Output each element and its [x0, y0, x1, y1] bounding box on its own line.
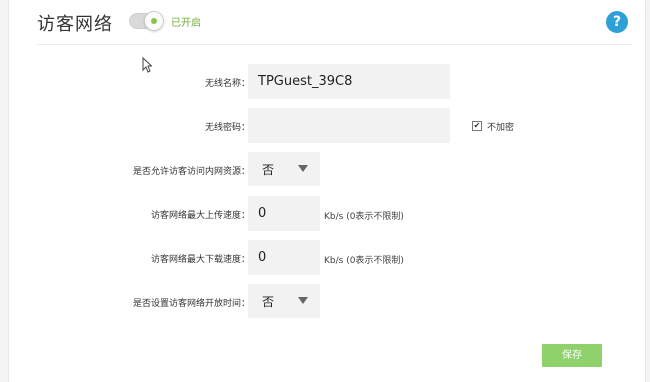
allow-intranet-value: 否: [262, 162, 275, 177]
download-speed-input[interactable]: 0: [248, 240, 320, 275]
password-label: 无线密码：: [204, 123, 250, 133]
allow-intranet-label: 是否允许访客访问内网资源：: [132, 167, 250, 177]
chevron-down-icon: [298, 297, 308, 304]
password-input[interactable]: [248, 108, 450, 143]
upload-speed-input[interactable]: 0: [248, 196, 320, 231]
app-window: 访客网络 已开启 ? 无线名称： TPGuest_39C8 无线密码： ✔ 不加…: [0, 0, 650, 382]
allow-intranet-select[interactable]: 否: [248, 152, 320, 186]
schedule-select[interactable]: 否: [248, 284, 320, 318]
chevron-down-icon: [298, 165, 308, 172]
ssid-label: 无线名称：: [204, 79, 250, 89]
no-encrypt-label: 不加密: [487, 123, 515, 133]
no-encrypt-checkbox[interactable]: ✔: [472, 121, 482, 131]
toggle-knob: [144, 11, 164, 31]
schedule-label: 是否设置访客网络开放时间：: [132, 299, 250, 309]
guest-network-toggle[interactable]: [129, 11, 164, 31]
header-divider: [37, 44, 633, 45]
download-speed-unit: Kb/s (0表示不限制): [324, 256, 404, 266]
upload-speed-label: 访客网络最大上传速度：: [150, 211, 250, 221]
upload-speed-unit: Kb/s (0表示不限制): [324, 212, 404, 222]
mouse-cursor-icon: [142, 57, 152, 73]
page-title: 访客网络: [37, 14, 113, 35]
save-button[interactable]: 保存: [542, 344, 602, 367]
guest-network-panel: 访客网络 已开启 ? 无线名称： TPGuest_39C8 无线密码： ✔ 不加…: [8, 0, 646, 382]
ssid-input[interactable]: TPGuest_39C8: [248, 64, 450, 99]
toggle-status-label: 已开启: [171, 18, 201, 29]
download-speed-label: 访客网络最大下载速度：: [150, 255, 250, 265]
schedule-value: 否: [262, 294, 275, 309]
help-icon[interactable]: ?: [606, 11, 628, 33]
